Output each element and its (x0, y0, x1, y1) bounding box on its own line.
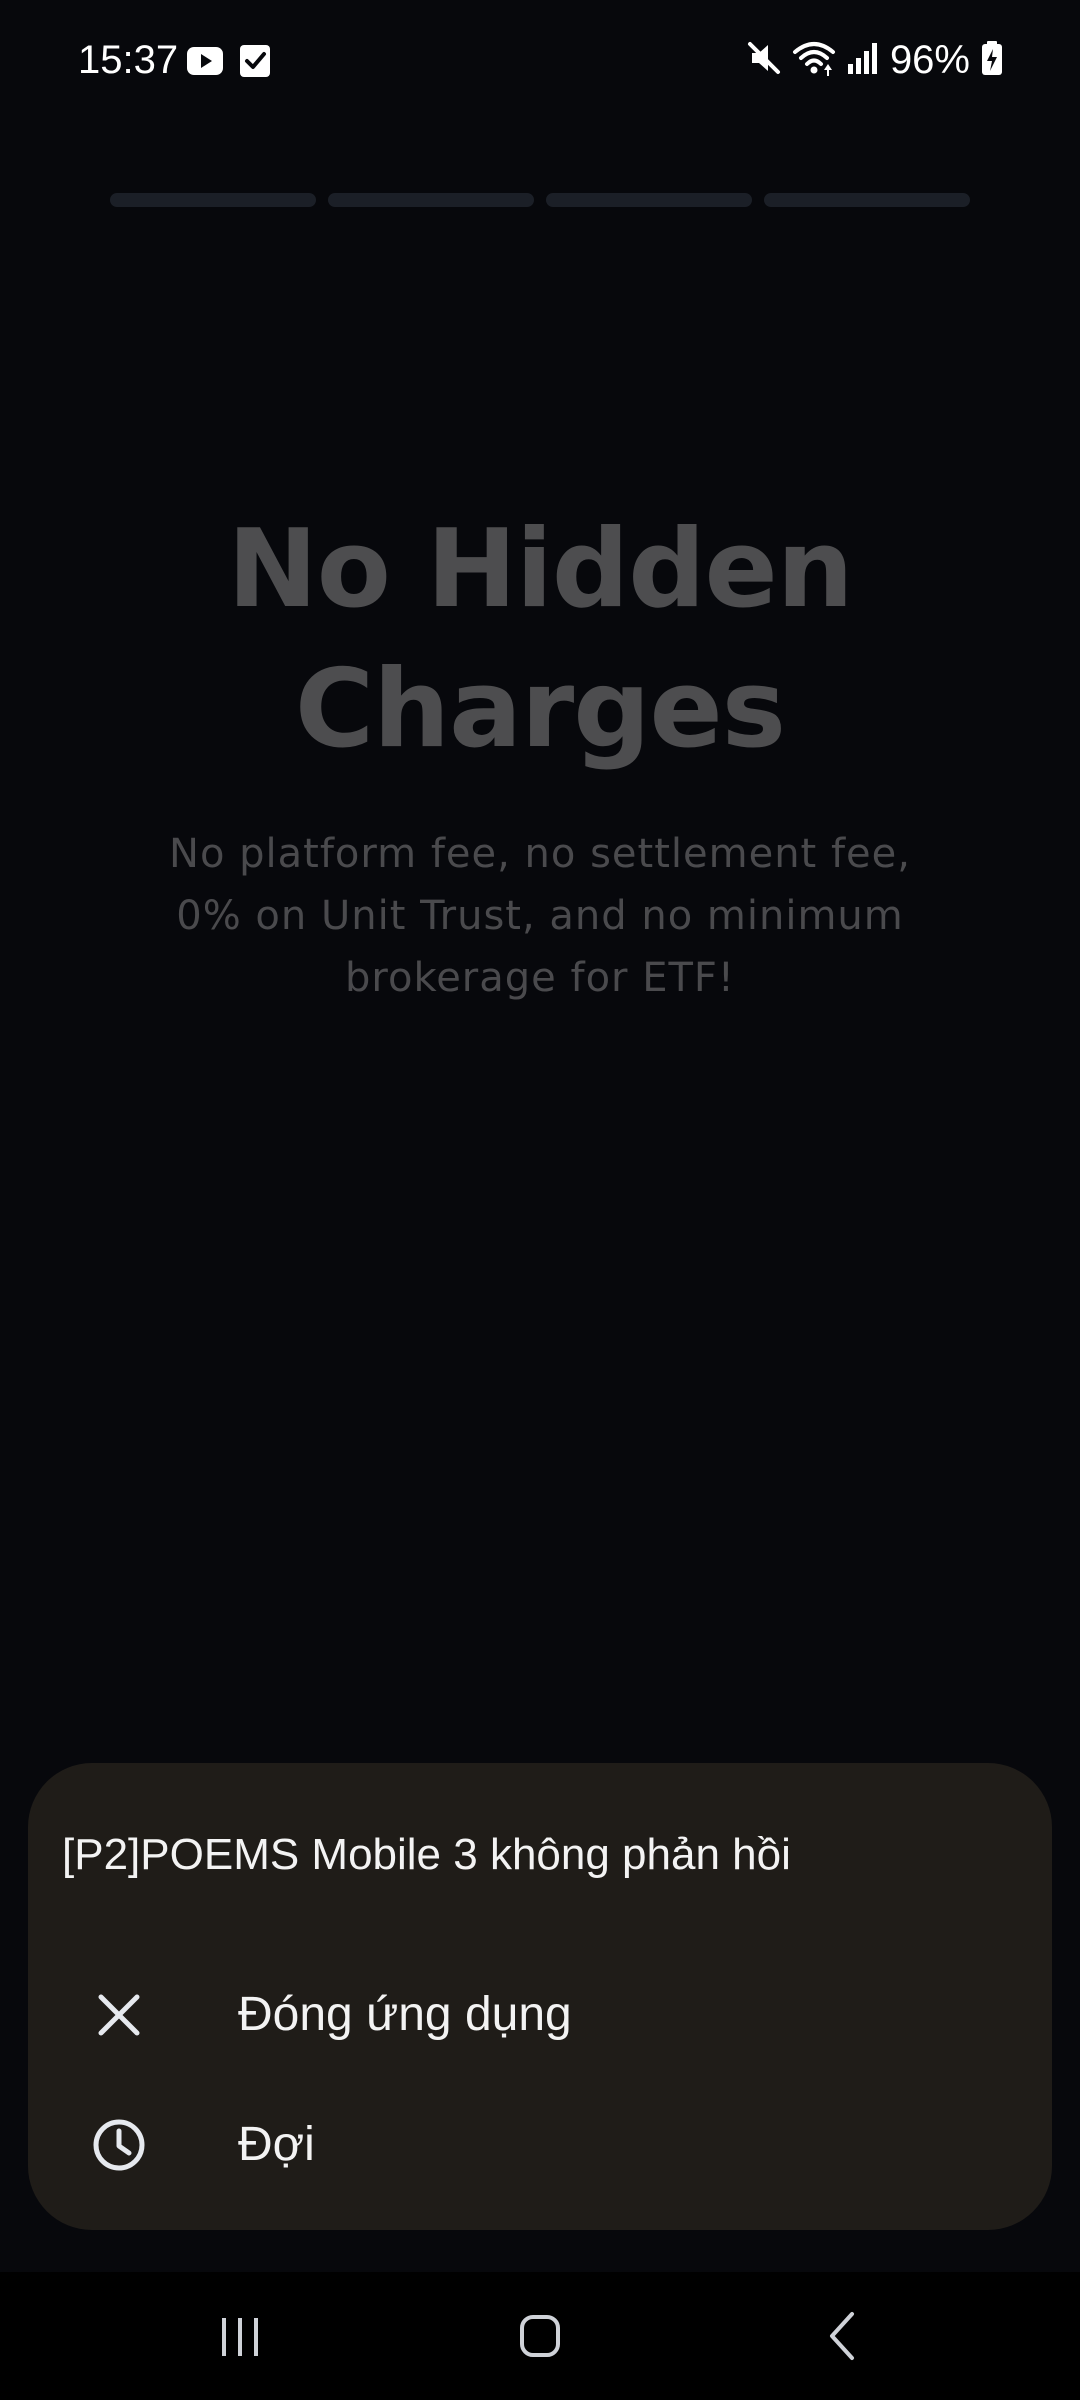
close-icon (92, 1988, 146, 2042)
battery-charging-icon (980, 38, 1004, 83)
recent-apps-button[interactable] (200, 2298, 280, 2374)
status-time: 15:37 (78, 38, 179, 82)
progress-segment (764, 193, 970, 207)
mute-icon (746, 38, 782, 83)
navigation-bar (0, 2272, 1080, 2400)
back-icon (830, 2312, 854, 2360)
home-button[interactable] (500, 2298, 580, 2374)
dialog-title: [P2]POEMS Mobile 3 không phản hồi (62, 1830, 791, 1879)
wifi-icon (792, 38, 836, 83)
wait-label: Đợi (238, 2118, 315, 2171)
progress-segment (328, 193, 534, 207)
onboarding-subtext: No platform fee, no settlement fee, 0% o… (169, 831, 911, 1001)
onboarding-headline: No Hidden Charges (227, 507, 853, 772)
signal-icon (846, 38, 880, 83)
close-app-option[interactable]: Đóng ứng dụng (28, 1955, 1052, 2075)
home-icon (520, 2315, 560, 2357)
battery-percent: 96% (889, 38, 970, 82)
checkbox-icon (236, 42, 274, 80)
back-button[interactable] (804, 2298, 884, 2374)
status-right: 96% (746, 34, 1004, 86)
wait-option[interactable]: Đợi (28, 2085, 1052, 2205)
onboarding-progress (110, 193, 970, 207)
progress-segment (546, 193, 752, 207)
screen: 15:37 96% No Hidden Charges No platform … (0, 0, 1080, 2400)
recent-apps-icon (222, 2318, 258, 2356)
status-bar: 15:37 96% (0, 0, 1080, 120)
youtube-icon (186, 42, 224, 80)
clock-icon (92, 2118, 146, 2172)
close-app-label: Đóng ứng dụng (238, 1988, 572, 2041)
progress-segment (110, 193, 316, 207)
